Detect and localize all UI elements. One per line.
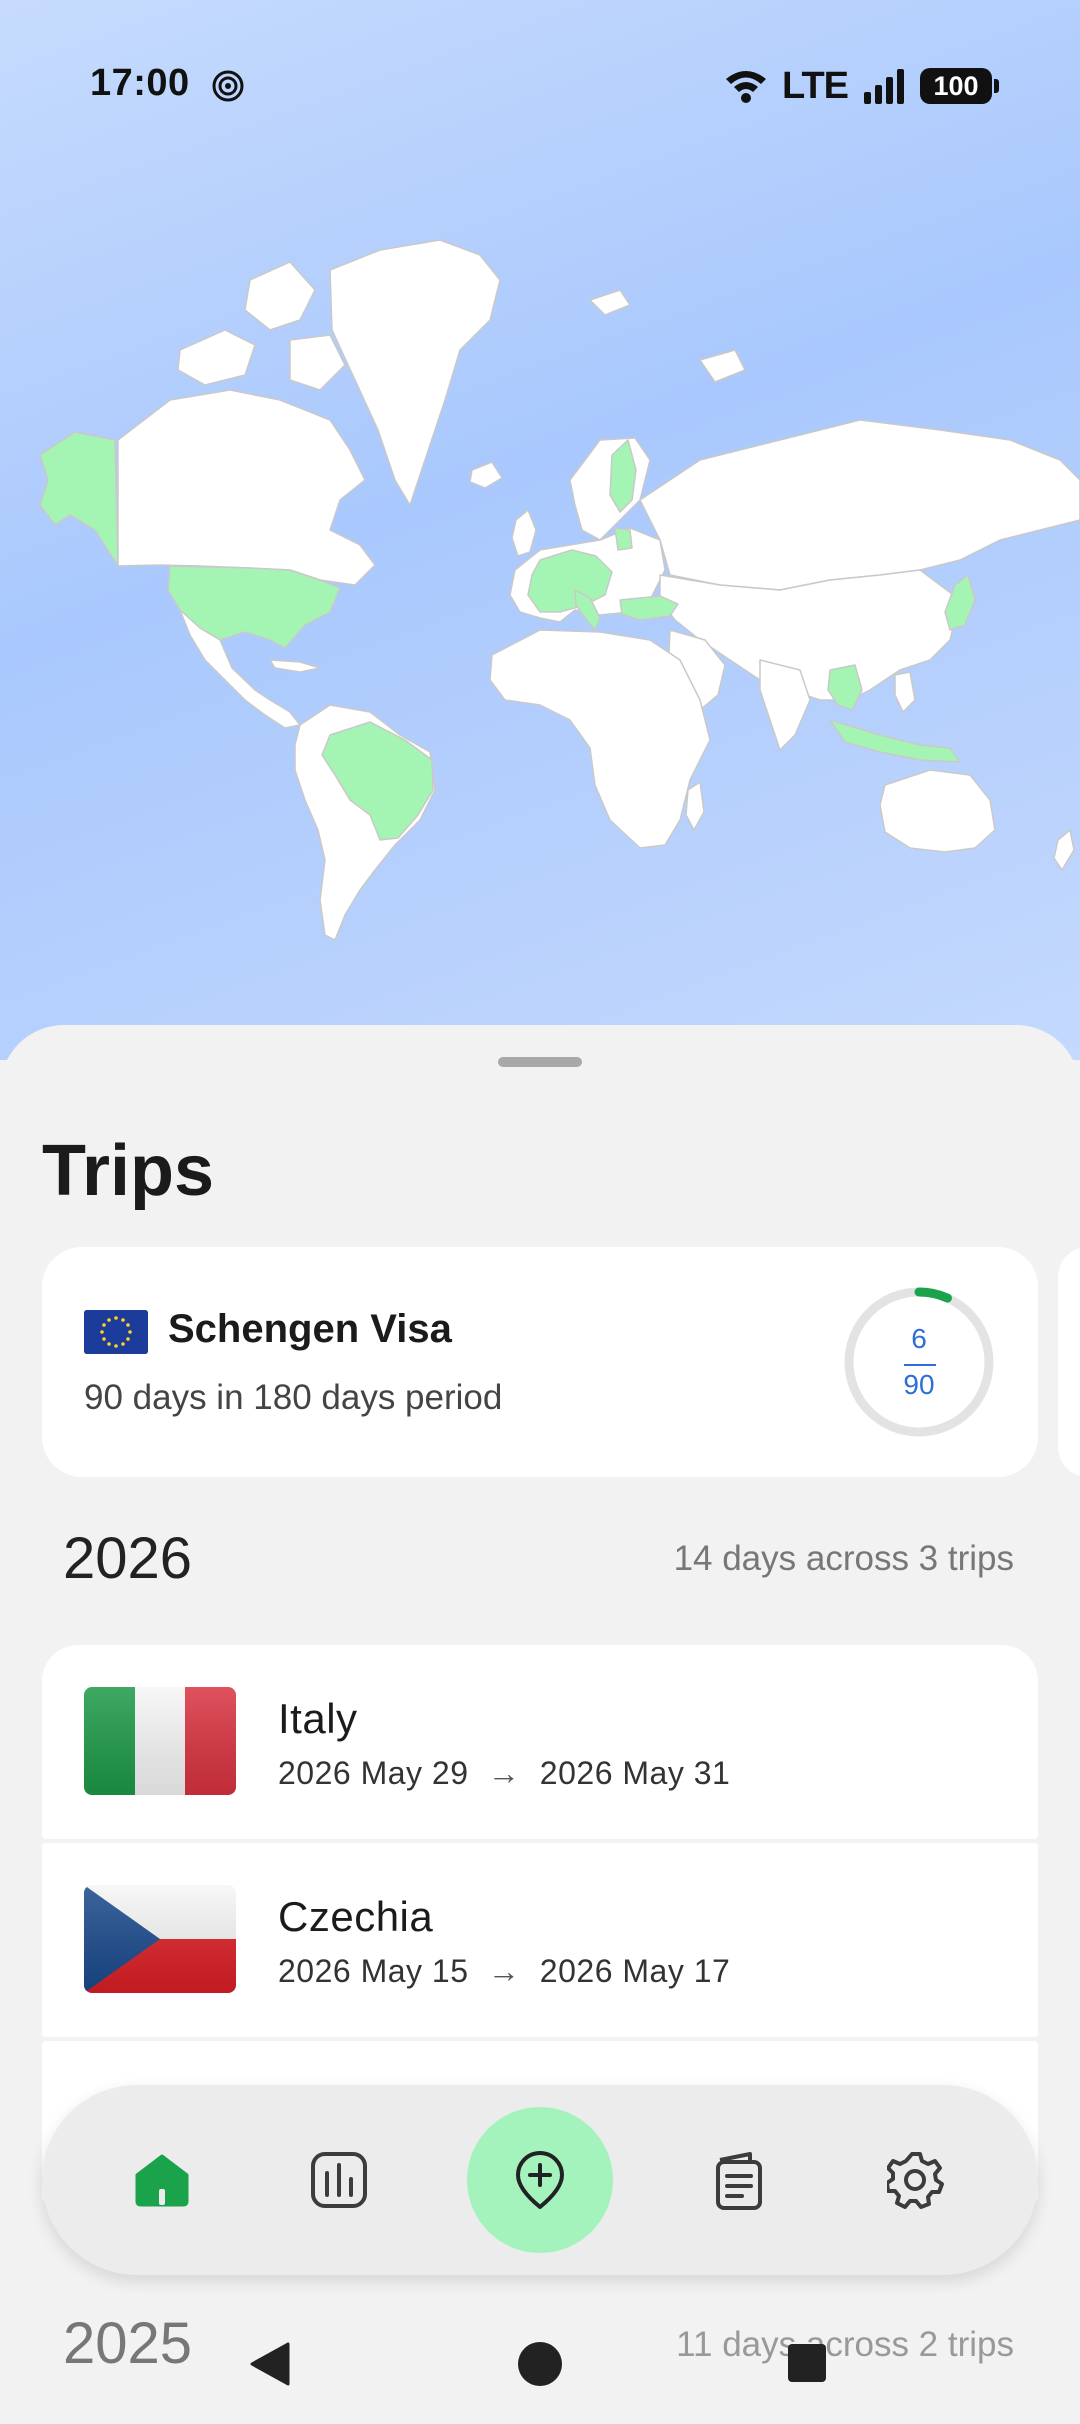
trip-end-date: 2026 May 31 [539, 1755, 731, 1791]
land-arctic-islands [244, 261, 316, 331]
land-svalbard [589, 289, 631, 316]
stats-icon [311, 2152, 367, 2208]
network-type: LTE [782, 64, 849, 107]
recents-icon[interactable] [786, 2342, 828, 2384]
nav-settings[interactable] [871, 2135, 961, 2225]
land-uk [511, 509, 537, 557]
back-icon[interactable] [248, 2340, 292, 2388]
visa-usage-ring [844, 1287, 994, 1437]
next-card-peek[interactable] [1058, 1247, 1080, 1477]
battery-icon: 100 [920, 68, 999, 104]
nav-stats[interactable] [294, 2135, 384, 2225]
trip-item-italy[interactable]: Italy 2026 May 29 → 2026 May 31 [42, 1645, 1038, 1839]
add-trip-button[interactable] [467, 2107, 613, 2253]
land-baltic [614, 527, 633, 551]
page-title: Trips [42, 1131, 215, 1211]
trip-country: Italy [278, 1695, 358, 1742]
land-indonesia [829, 719, 961, 763]
land-africa [489, 629, 711, 849]
arrow-right-icon: → [487, 1953, 521, 1989]
nav-home[interactable] [117, 2135, 207, 2225]
wifi-icon [726, 71, 767, 103]
add-trip-icon [516, 2151, 564, 2209]
eu-flag-icon [84, 1310, 148, 1354]
land-arctic-islands-2 [177, 329, 256, 386]
settings-icon [887, 2152, 944, 2209]
land-japan [944, 574, 976, 631]
signal-icon [864, 69, 904, 104]
trip-dates: 2026 May 29 → 2026 May 31 [278, 1755, 730, 1792]
status-time: 17:00 [90, 62, 190, 104]
land-alaska [39, 431, 119, 567]
trip-dates: 2026 May 15 → 2026 May 17 [278, 1953, 730, 1990]
land-novaya [699, 349, 746, 383]
system-navigation-bar [0, 2324, 1080, 2424]
visa-rule: 90 days in 180 days period [84, 1378, 503, 1417]
year-summary: 14 days across 3 trips [673, 1539, 1014, 1578]
trip-item-czechia[interactable]: Czechia 2026 May 15 → 2026 May 17 [42, 1843, 1038, 2037]
schengen-visa-card[interactable]: Schengen Visa 90 days in 180 days period… [42, 1247, 1038, 1477]
land-iceland [469, 461, 503, 489]
nav-passport[interactable] [694, 2135, 784, 2225]
home-circle-icon[interactable] [516, 2340, 564, 2388]
land-canada [117, 389, 376, 586]
hotspot-icon [212, 70, 244, 102]
visa-days-limit: 90 [903, 1369, 935, 1400]
trip-start-date: 2026 May 29 [278, 1755, 469, 1791]
land-australia [879, 769, 996, 853]
status-bar: 17:00 LTE 100 [0, 0, 1080, 170]
home-icon [135, 2154, 189, 2207]
land-nz [1053, 829, 1075, 871]
trip-end-date: 2026 May 17 [539, 1953, 731, 1989]
trip-start-date: 2026 May 15 [278, 1953, 469, 1989]
passport-icon [716, 2152, 762, 2210]
land-se-asia [827, 664, 863, 711]
visa-days-used: 6 [911, 1323, 927, 1354]
trip-country: Czechia [278, 1893, 434, 1940]
czechia-flag-icon [84, 1885, 236, 1993]
status-right: LTE 100 [724, 64, 999, 108]
italy-flag-icon [84, 1687, 236, 1795]
land-madagascar [685, 781, 705, 831]
year-heading: 2026 [63, 1526, 193, 1591]
visa-fraction-line [904, 1364, 936, 1366]
sheet-drag-handle[interactable] [498, 1057, 582, 1067]
land-philippines [894, 671, 916, 713]
visa-title: Schengen Visa [168, 1307, 452, 1351]
land-russia [639, 419, 1080, 591]
bottom-nav [42, 2085, 1038, 2275]
land-arctic-islands-3 [289, 334, 346, 391]
land-cuba [269, 659, 321, 673]
arrow-right-icon: → [487, 1755, 521, 1791]
land-turkey [619, 595, 679, 621]
